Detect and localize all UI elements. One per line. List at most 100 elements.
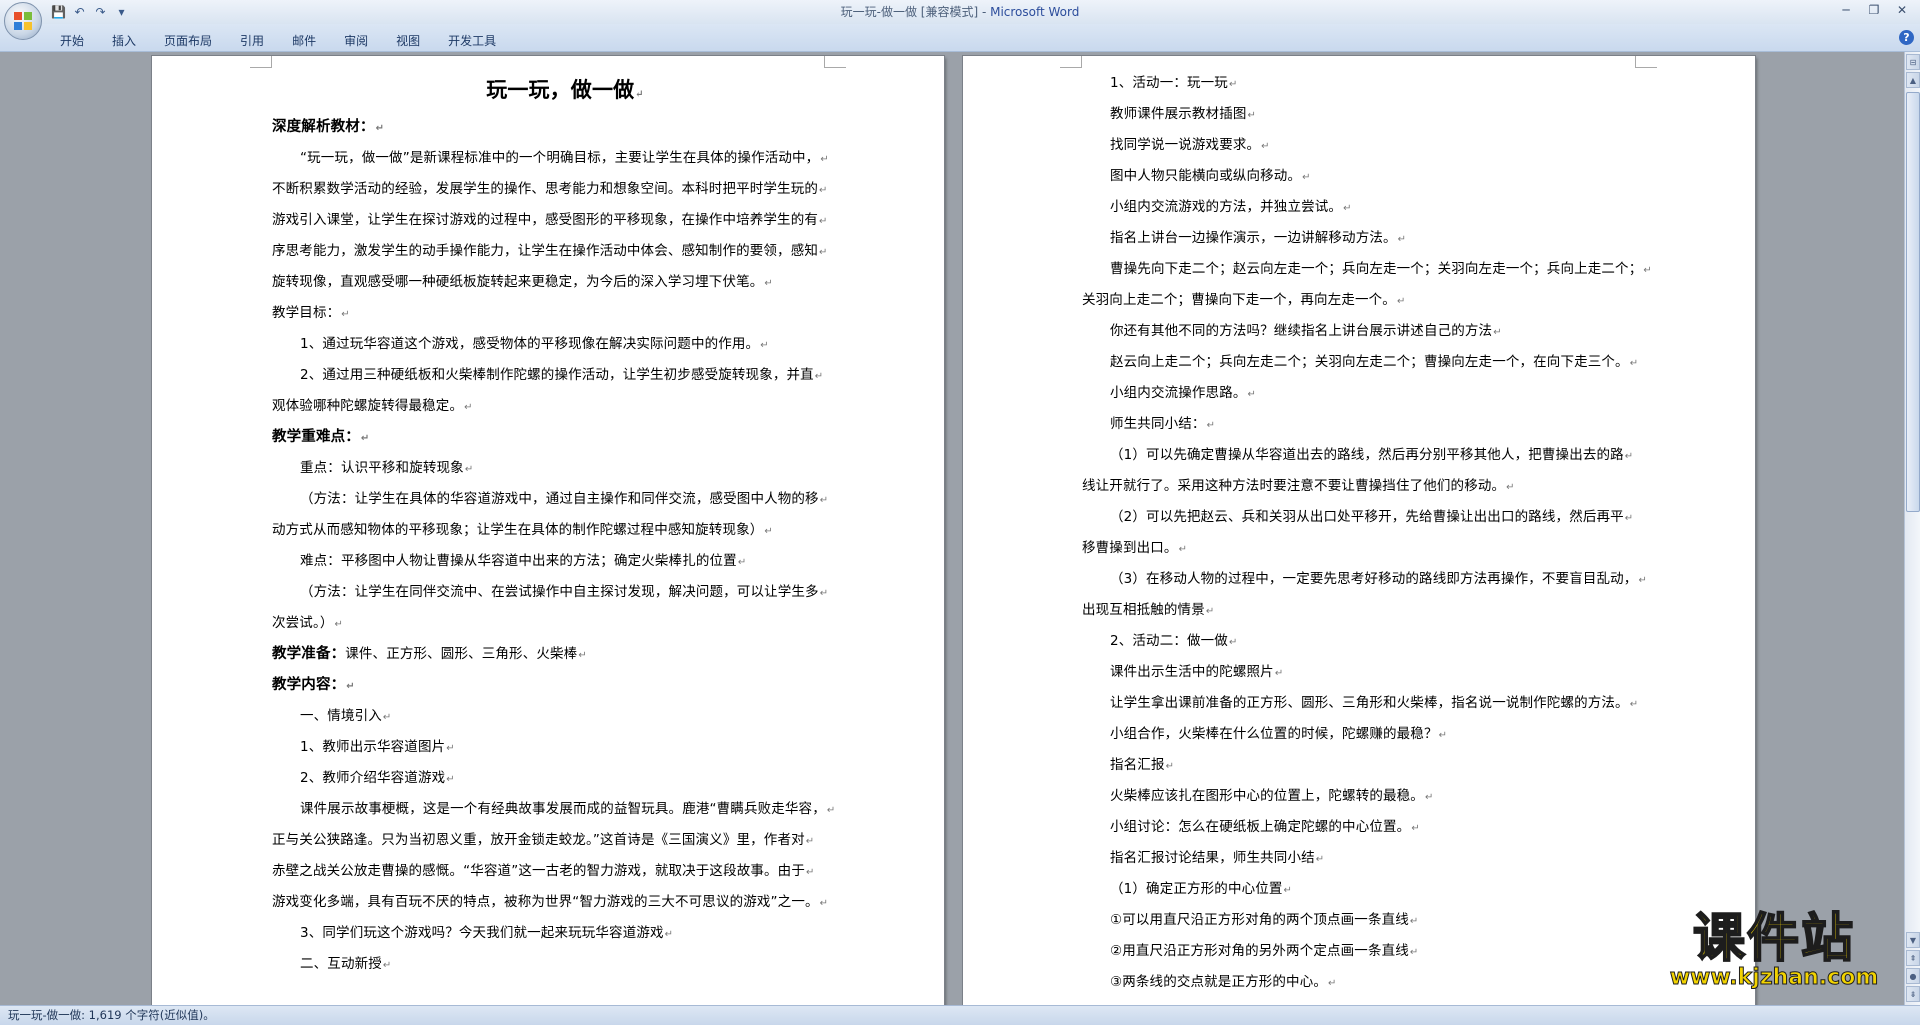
paragraph-line[interactable]: 教师课件展示教材插图↵ bbox=[1082, 99, 1668, 130]
paragraph-line[interactable]: 正与关公狭路逢。只为当初恩义重，放开金锁走蛟龙。”这首诗是《三国演义》里，作者对… bbox=[272, 825, 858, 856]
ribbon-tab[interactable]: 邮件 bbox=[280, 29, 328, 53]
paragraph-line[interactable]: 观体验哪种陀螺旋转得最稳定。↵ bbox=[272, 391, 858, 422]
document-page-left[interactable]: 玩一玩，做一做↵ 深度解析教材：↵ “玩一玩，做一做”是新课程标准中的一个明确目标，… bbox=[152, 56, 944, 1006]
status-word-count[interactable]: 玩一玩-做一做: 1,619 个字符(近似值)。 bbox=[8, 1006, 215, 1025]
browse-object-icon[interactable]: ● bbox=[1906, 968, 1920, 984]
paragraph-line[interactable]: 2、通过用三种硬纸板和火柴棒制作陀螺的操作活动，让学生初步感受旋转现象，并直↵ bbox=[272, 360, 858, 391]
paragraph-text: ②用直尺沿正方形对角的另外两个定点画一条直线 bbox=[1110, 943, 1409, 959]
restore-icon[interactable]: ❐ bbox=[1860, 0, 1888, 20]
paragraph-line[interactable]: 教学准备：课件、正方形、圆形、三角形、火柴棒↵ bbox=[272, 639, 858, 670]
paragraph-line[interactable]: 2、活动二：做一做↵ bbox=[1082, 626, 1668, 657]
paragraph-mark-icon: ↵ bbox=[760, 340, 769, 351]
paragraph-line[interactable]: 1、活动一：玩一玩↵ bbox=[1082, 68, 1668, 99]
document-workspace[interactable]: 玩一玩，做一做↵ 深度解析教材：↵ “玩一玩，做一做”是新课程标准中的一个明确目标，… bbox=[0, 52, 1904, 1006]
paragraph-text: 观体验哪种陀螺旋转得最稳定。 bbox=[272, 398, 464, 414]
paragraph-line[interactable]: 课件展示故事梗概，这是一个有经典故事发展而成的益智玩具。鹿港“曹瞒兵败走华容，↵ bbox=[272, 794, 858, 825]
paragraph-line[interactable]: 出现互相抵触的情景↵ bbox=[1082, 595, 1668, 626]
section-heading[interactable]: 深度解析教材：↵ bbox=[272, 112, 858, 143]
paragraph-line[interactable]: 你还有其他不同的方法吗？继续指名上讲台展示讲述自己的方法↵ bbox=[1082, 316, 1668, 347]
paragraph-line[interactable]: 火柴棒应该扎在图形中心的位置上，陀螺转的最稳。↵ bbox=[1082, 781, 1668, 812]
paragraph-line[interactable]: （方法：让学生在同伴交流中、在尝试操作中自主探讨发现，解决问题，可以让学生多↵ bbox=[272, 577, 858, 608]
paragraph-line[interactable]: 游戏变化多端，具有百玩不厌的特点，被称为世界“智力游戏的三大不可思议的游戏”之一… bbox=[272, 887, 858, 918]
paragraph-line[interactable]: （2）可以先把赵云、兵和关羽从出口处平移开，先给曹操让出出口的路线，然后再平↵ bbox=[1082, 502, 1668, 533]
paragraph-line[interactable]: 课件出示生活中的陀螺照片↵ bbox=[1082, 657, 1668, 688]
save-icon[interactable]: 💾 bbox=[50, 4, 67, 21]
ribbon-tab[interactable]: 引用 bbox=[228, 29, 276, 53]
ribbon-tab[interactable]: 开始 bbox=[48, 29, 96, 53]
paragraph-line[interactable]: （3）在移动人物的过程中，一定要先思考好移动的路线即方法再操作，不要盲目乱动，↵ bbox=[1082, 564, 1668, 595]
paragraph-mark-icon: ↵ bbox=[382, 960, 392, 971]
close-icon[interactable]: ✕ bbox=[1888, 0, 1916, 20]
paragraph-line[interactable]: 教学目标：↵ bbox=[272, 298, 858, 329]
ruler-toggle-icon[interactable]: ⊟ bbox=[1906, 54, 1920, 70]
paragraph-line[interactable]: 赤壁之战关公放走曹操的感慨。“华容道”这一古老的智力游戏，就取决于这段故事。由于… bbox=[272, 856, 858, 887]
paragraph-line[interactable]: 1、教师出示华容道图片↵ bbox=[272, 732, 858, 763]
ribbon-tab[interactable]: 视图 bbox=[384, 29, 432, 53]
paragraph-mark-icon: ↵ bbox=[805, 836, 815, 847]
help-icon[interactable]: ? bbox=[1899, 30, 1914, 45]
paragraph-line[interactable]: 二、互动新授↵ bbox=[272, 949, 858, 980]
paragraph-mark-icon: ↵ bbox=[814, 371, 824, 382]
paragraph-line[interactable]: 线让开就行了。采用这种方法时要注意不要让曹操挡住了他们的移动。↵ bbox=[1082, 471, 1668, 502]
section-heading[interactable]: 教学重难点：↵ bbox=[272, 422, 858, 453]
paragraph-line[interactable]: （1）可以先确定曹操从华容道出去的路线，然后再分别平移其他人，把曹操出去的路↵ bbox=[1082, 440, 1668, 471]
paragraph-line[interactable]: 关羽向上走二个；曹操向下走一个，再向左走一个。↵ bbox=[1082, 285, 1668, 316]
paragraph-line[interactable]: 指名汇报讨论结果，师生共同小结↵ bbox=[1082, 843, 1668, 874]
paragraph-line[interactable]: 指名汇报↵ bbox=[1082, 750, 1668, 781]
paragraph-line[interactable]: 2、教师介绍华容道游戏↵ bbox=[272, 763, 858, 794]
paragraph-line[interactable]: 小组讨论：怎么在硬纸板上确定陀螺的中心位置。↵ bbox=[1082, 812, 1668, 843]
document-page-right[interactable]: 1、活动一：玩一玩↵ 教师课件展示教材插图↵ 找同学说一说游戏要求。↵ 图中人物只能横… bbox=[963, 56, 1755, 1006]
paragraph-line[interactable]: 难点：平移图中人物让曹操从华容道中出来的方法；确定火柴棒扎的位置↵ bbox=[272, 546, 858, 577]
redo-icon[interactable]: ↷ bbox=[92, 4, 109, 21]
ribbon-tab[interactable]: 插入 bbox=[100, 29, 148, 53]
ribbon-tab[interactable]: 开发工具 bbox=[436, 29, 508, 53]
paragraph-line[interactable]: ③两条线的交点就是正方形的中心。↵ bbox=[1082, 967, 1668, 998]
scrollbar-thumb[interactable] bbox=[1906, 92, 1920, 512]
paragraph-line[interactable]: 小组内交流操作思路。↵ bbox=[1082, 378, 1668, 409]
section-heading[interactable]: 教学内容：↵ bbox=[272, 670, 858, 701]
paragraph-line[interactable]: 让学生拿出课前准备的正方形、圆形、三角形和火柴棒，指名说一说制作陀螺的方法。↵ bbox=[1082, 688, 1668, 719]
previous-page-icon[interactable]: ⇞ bbox=[1906, 950, 1920, 966]
paragraph-line[interactable]: 3、同学们玩这个游戏吗？今天我们就一起来玩玩华容道游戏↵ bbox=[272, 918, 858, 949]
next-page-icon[interactable]: ⇟ bbox=[1906, 986, 1920, 1002]
ribbon-tab[interactable]: 页面布局 bbox=[152, 29, 224, 53]
paragraph-mark-icon: ↵ bbox=[1328, 978, 1337, 989]
paragraph-line[interactable]: 师生共同小结：↵ bbox=[1082, 409, 1668, 440]
paragraph-line[interactable]: 动方式从而感知物体的平移现象；让学生在具体的制作陀螺过程中感知旋转现象）↵ bbox=[272, 515, 858, 546]
minimize-icon[interactable]: ─ bbox=[1832, 0, 1860, 20]
paragraph-line[interactable]: 重点：认识平移和旋转现象↵ bbox=[272, 453, 858, 484]
paragraph-line[interactable]: 次尝试。）↵ bbox=[272, 608, 858, 639]
paragraph-line[interactable]: 图中人物只能横向或纵向移动。↵ bbox=[1082, 161, 1668, 192]
paragraph-line[interactable]: 小组内交流游戏的方法，并独立尝试。↵ bbox=[1082, 192, 1668, 223]
undo-icon[interactable]: ↶ bbox=[71, 4, 88, 21]
page-text-right[interactable]: 1、活动一：玩一玩↵ 教师课件展示教材插图↵ 找同学说一说游戏要求。↵ 图中人物只能横… bbox=[1082, 68, 1668, 998]
paragraph-text: 动方式从而感知物体的平移现象；让学生在具体的制作陀螺过程中感知旋转现象） bbox=[272, 522, 764, 538]
paragraph-line[interactable]: 游戏引入课堂，让学生在探讨游戏的过程中，感受图形的平移现象，在操作中培养学生的有… bbox=[272, 205, 858, 236]
paragraph-line[interactable]: 序思考能力，激发学生的动手操作能力，让学生在操作活动中体会、感知制作的要领，感知… bbox=[272, 236, 858, 267]
paragraph-line[interactable]: （方法：让学生在具体的华容道游戏中，通过自主操作和同伴交流，感受图中人物的移↵ bbox=[272, 484, 858, 515]
paragraph-line[interactable]: “玩一玩，做一做”是新课程标准中的一个明确目标，主要让学生在具体的操作活动中，↵ bbox=[272, 143, 858, 174]
vertical-scrollbar[interactable]: ⊟ ▲ ▼ ⇞ ● ⇟ bbox=[1904, 52, 1920, 1005]
paragraph-line[interactable]: 一、情境引入↵ bbox=[272, 701, 858, 732]
paragraph-line[interactable]: 不断积累数学活动的经验，发展学生的操作、思考能力和想象空间。本科时把平时学生玩的… bbox=[272, 174, 858, 205]
office-button[interactable] bbox=[4, 2, 42, 40]
paragraph-line[interactable]: 找同学说一说游戏要求。↵ bbox=[1082, 130, 1668, 161]
paragraph-line[interactable]: 移曹操到出口。↵ bbox=[1082, 533, 1668, 564]
paragraph-line[interactable]: （1）确定正方形的中心位置↵ bbox=[1082, 874, 1668, 905]
paragraph-line[interactable]: 赵云向上走二个；兵向左走二个；关羽向左走二个；曹操向左走一个，在向下走三个。↵ bbox=[1082, 347, 1668, 378]
document-title-heading[interactable]: 玩一玩，做一做↵ bbox=[272, 68, 858, 112]
paragraph-line[interactable]: 1、通过玩华容道这个游戏，感受物体的平移现像在解决实际问题中的作用。↵ bbox=[272, 329, 858, 360]
ribbon-tab[interactable]: 审阅 bbox=[332, 29, 380, 53]
paragraph-text: 二、互动新授 bbox=[300, 956, 382, 972]
scroll-down-icon[interactable]: ▼ bbox=[1906, 932, 1920, 948]
scroll-up-icon[interactable]: ▲ bbox=[1906, 72, 1920, 88]
paragraph-line[interactable]: ①可以用直尺沿正方形对角的两个顶点画一条直线↵ bbox=[1082, 905, 1668, 936]
paragraph-text: ①可以用直尺沿正方形对角的两个顶点画一条直线 bbox=[1110, 912, 1409, 928]
paragraph-line[interactable]: 曹操先向下走二个；赵云向左走一个；兵向左走一个；关羽向左走一个；兵向上走二个；↵ bbox=[1082, 254, 1668, 285]
paragraph-line[interactable]: 旋转现像，直观感受哪一种硬纸板旋转起来更稳定，为今后的深入学习埋下伏笔。↵ bbox=[272, 267, 858, 298]
customize-icon[interactable]: ▾ bbox=[113, 4, 130, 21]
paragraph-line[interactable]: ②用直尺沿正方形对角的另外两个定点画一条直线↵ bbox=[1082, 936, 1668, 967]
page-text-left[interactable]: 玩一玩，做一做↵ 深度解析教材：↵ “玩一玩，做一做”是新课程标准中的一个明确目标，… bbox=[272, 68, 858, 980]
paragraph-line[interactable]: 指名上讲台一边操作演示，一边讲解移动方法。↵ bbox=[1082, 223, 1668, 254]
paragraph-line[interactable]: 小组合作，火柴棒在什么位置的时候，陀螺赚的最稳？↵ bbox=[1082, 719, 1668, 750]
